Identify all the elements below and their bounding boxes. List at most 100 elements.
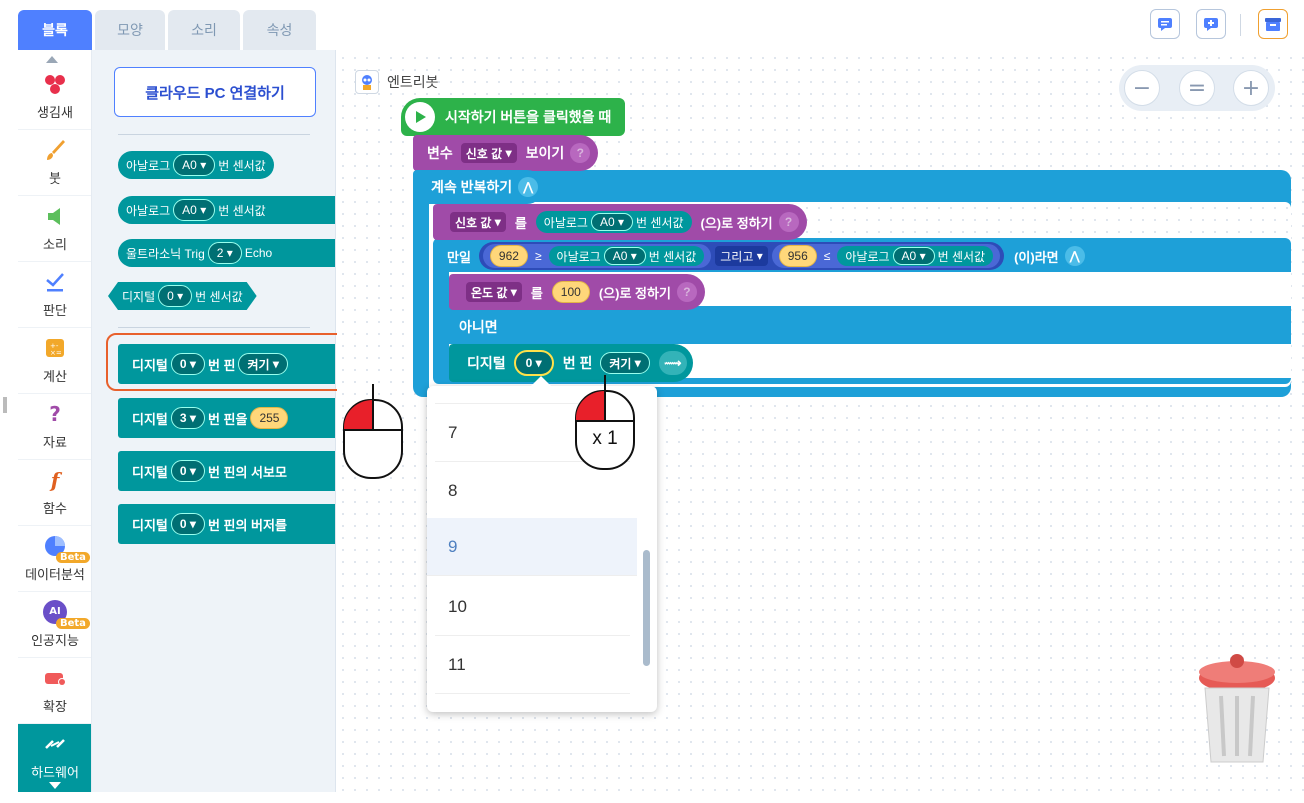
flow-icon[interactable]: ⋀	[1064, 246, 1085, 266]
judgement-icon	[46, 273, 64, 292]
click-count-label: x 1	[592, 428, 618, 449]
category-data-analysis[interactable]: Beta 데이터분석	[18, 526, 91, 592]
digital-pin-on-block[interactable]: 디지털 0 ▾ 번 핀 켜기 ▾ ⟿	[449, 344, 693, 382]
logic-dropdown[interactable]: 그리고 ▾	[715, 246, 768, 266]
number-input[interactable]: 956	[778, 245, 817, 267]
ultrasonic-block[interactable]: 울트라소닉 Trig 2 ▾ Echo	[118, 239, 335, 267]
tab-property[interactable]: 속성	[243, 10, 316, 50]
block-text: 아날로그	[556, 249, 601, 264]
digital-sensor-block[interactable]: 디지털 0 ▾ 번 센서값	[108, 282, 257, 310]
scroll-up-icon[interactable]	[46, 56, 58, 63]
pin-dropdown[interactable]: 0 ▾	[170, 513, 205, 535]
category-hardware[interactable]: 하드웨어	[18, 724, 91, 792]
zoom-reset-button[interactable]: =	[1179, 70, 1215, 106]
port-dropdown[interactable]: A0 ▾	[173, 199, 216, 221]
toolbar-divider	[1240, 14, 1241, 36]
zoom-controls: − = +	[1119, 65, 1275, 111]
hardware-icon: ⟿	[658, 351, 687, 375]
block-text: 아날로그	[126, 158, 171, 173]
start-event-block[interactable]: 시작하기 버튼을 클릭했을 때	[401, 98, 626, 136]
scroll-down-icon[interactable]	[49, 782, 61, 789]
port-dropdown[interactable]: A0 ▾	[603, 247, 646, 265]
dropdown-value: A0	[182, 158, 197, 172]
block-text: 디지털	[132, 411, 168, 427]
zoom-in-button[interactable]: +	[1233, 70, 1269, 106]
zoom-out-button[interactable]: −	[1124, 70, 1160, 106]
else-label: 아니면	[449, 310, 498, 344]
onoff-dropdown[interactable]: 켜기 ▾	[600, 352, 650, 374]
dropdown-option[interactable]: 11	[435, 636, 630, 694]
help-icon[interactable]: ?	[778, 212, 799, 232]
number-input[interactable]: 100	[551, 281, 590, 303]
analog-sensor-block-2[interactable]: 아날로그 A0 ▾ 번 센서값	[118, 196, 335, 224]
pin-dropdown[interactable]: 0 ▾	[158, 285, 192, 307]
dropdown-option-selected[interactable]: 9	[427, 518, 637, 576]
storage-box-icon[interactable]	[1258, 9, 1288, 39]
resize-handle[interactable]	[3, 397, 7, 413]
compare-block-2[interactable]: 956 ≤ 아날로그 A0 ▾ 번 센서값	[771, 244, 1001, 268]
operator: ≥	[534, 249, 542, 263]
add-comment-icon[interactable]	[1196, 9, 1226, 39]
category-appearance[interactable]: 생김새	[18, 64, 91, 130]
tab-shape[interactable]: 모양	[95, 10, 165, 50]
dropdown-value: 0	[167, 289, 174, 303]
pin-dropdown[interactable]: 0 ▾	[513, 350, 554, 376]
mouse-click-icon	[575, 375, 635, 470]
category-calculator[interactable]: +- ×= 계산	[18, 328, 91, 394]
category-label: 인공지능	[31, 633, 79, 648]
tab-blocks[interactable]: 블록	[18, 10, 92, 50]
tab-sound[interactable]: 소리	[168, 10, 240, 50]
category-brush[interactable]: 붓	[18, 130, 91, 196]
flow-icon[interactable]: ⋀	[518, 177, 539, 197]
port-dropdown[interactable]: A0 ▾	[173, 154, 216, 176]
category-sound[interactable]: 소리	[18, 196, 91, 262]
pin-dropdown[interactable]: 3 ▾	[170, 407, 205, 429]
trig-dropdown[interactable]: 2 ▾	[207, 242, 242, 264]
help-icon[interactable]: ?	[676, 282, 697, 302]
category-label: 하드웨어	[31, 765, 79, 780]
pin-dropdown[interactable]: 0 ▾	[170, 460, 205, 482]
and-condition-block[interactable]: 962 ≥ 아날로그 A0 ▾ 번 센서값 그리고 ▾ 956 ≤ 아날로그 A…	[478, 242, 1005, 270]
variable-dropdown[interactable]: 신호 값 ▾	[460, 143, 517, 163]
function-icon: f	[50, 468, 60, 492]
port-dropdown[interactable]: A0 ▾	[892, 247, 935, 265]
cloud-pc-connect-button[interactable]: 클라우드 PC 연결하기	[114, 67, 316, 117]
value-input[interactable]: 255	[250, 407, 289, 429]
compare-block-1[interactable]: 962 ≥ 아날로그 A0 ▾ 번 센서값	[482, 244, 712, 268]
divider	[118, 327, 310, 328]
block-text: 번 센서값	[636, 215, 684, 230]
block-text: 아날로그	[126, 203, 171, 218]
help-icon[interactable]: ?	[570, 143, 591, 163]
set-signal-variable-block[interactable]: 신호 값 ▾ 를 아날로그 A0 ▾ 번 센서값 (으)로 정하기 ?	[433, 204, 807, 240]
analog-sensor-reporter[interactable]: 아날로그 A0 ▾ 번 센서값	[535, 211, 692, 233]
trash-can-icon[interactable]	[1195, 652, 1279, 767]
digital-buzzer-block[interactable]: 디지털 0 ▾ 번 핀의 버저를	[118, 504, 335, 544]
set-temperature-variable-block[interactable]: 온도 값 ▾ 를 100 (으)로 정하기 ?	[449, 274, 705, 310]
category-ai[interactable]: AI Beta 인공지능	[18, 592, 91, 658]
category-extension[interactable]: 확장	[18, 658, 91, 724]
digital-pin-set-block[interactable]: 디지털 3 ▾ 번 핀을 255	[118, 398, 335, 438]
category-label: 데이터분석	[25, 567, 85, 582]
analog-sensor-reporter[interactable]: 아날로그 A0 ▾ 번 센서값	[837, 246, 994, 266]
category-data[interactable]: ? 자료	[18, 394, 91, 460]
block-text: 아날로그	[543, 215, 588, 230]
appearance-icon	[45, 75, 65, 94]
show-variable-block[interactable]: 변수 신호 값 ▾ 보이기 ?	[413, 135, 599, 171]
dropdown-value: A0	[901, 249, 917, 263]
number-input[interactable]: 962	[489, 245, 528, 267]
category-judgement[interactable]: 판단	[18, 262, 91, 328]
analog-sensor-reporter[interactable]: 아날로그 A0 ▾ 번 센서값	[548, 246, 705, 266]
category-function[interactable]: f 함수	[18, 460, 91, 526]
digital-servo-block[interactable]: 디지털 0 ▾ 번 핀의 서보모	[118, 451, 335, 491]
variable-dropdown[interactable]: 온도 값 ▾	[466, 282, 522, 302]
dropdown-option[interactable]: 10	[435, 578, 630, 636]
entrybot-icon	[355, 70, 379, 94]
dropdown-scrollbar[interactable]	[643, 550, 650, 666]
block-text: (이)라면	[1014, 249, 1059, 265]
block-text: (으)로 정하기	[700, 215, 773, 231]
analog-sensor-block[interactable]: 아날로그 A0 ▾ 번 센서값	[118, 151, 274, 179]
comment-icon[interactable]	[1150, 9, 1180, 39]
variable-dropdown[interactable]: 신호 값 ▾	[450, 212, 506, 232]
port-dropdown[interactable]: A0 ▾	[590, 213, 634, 231]
dropdown-value: 켜기	[609, 356, 632, 371]
